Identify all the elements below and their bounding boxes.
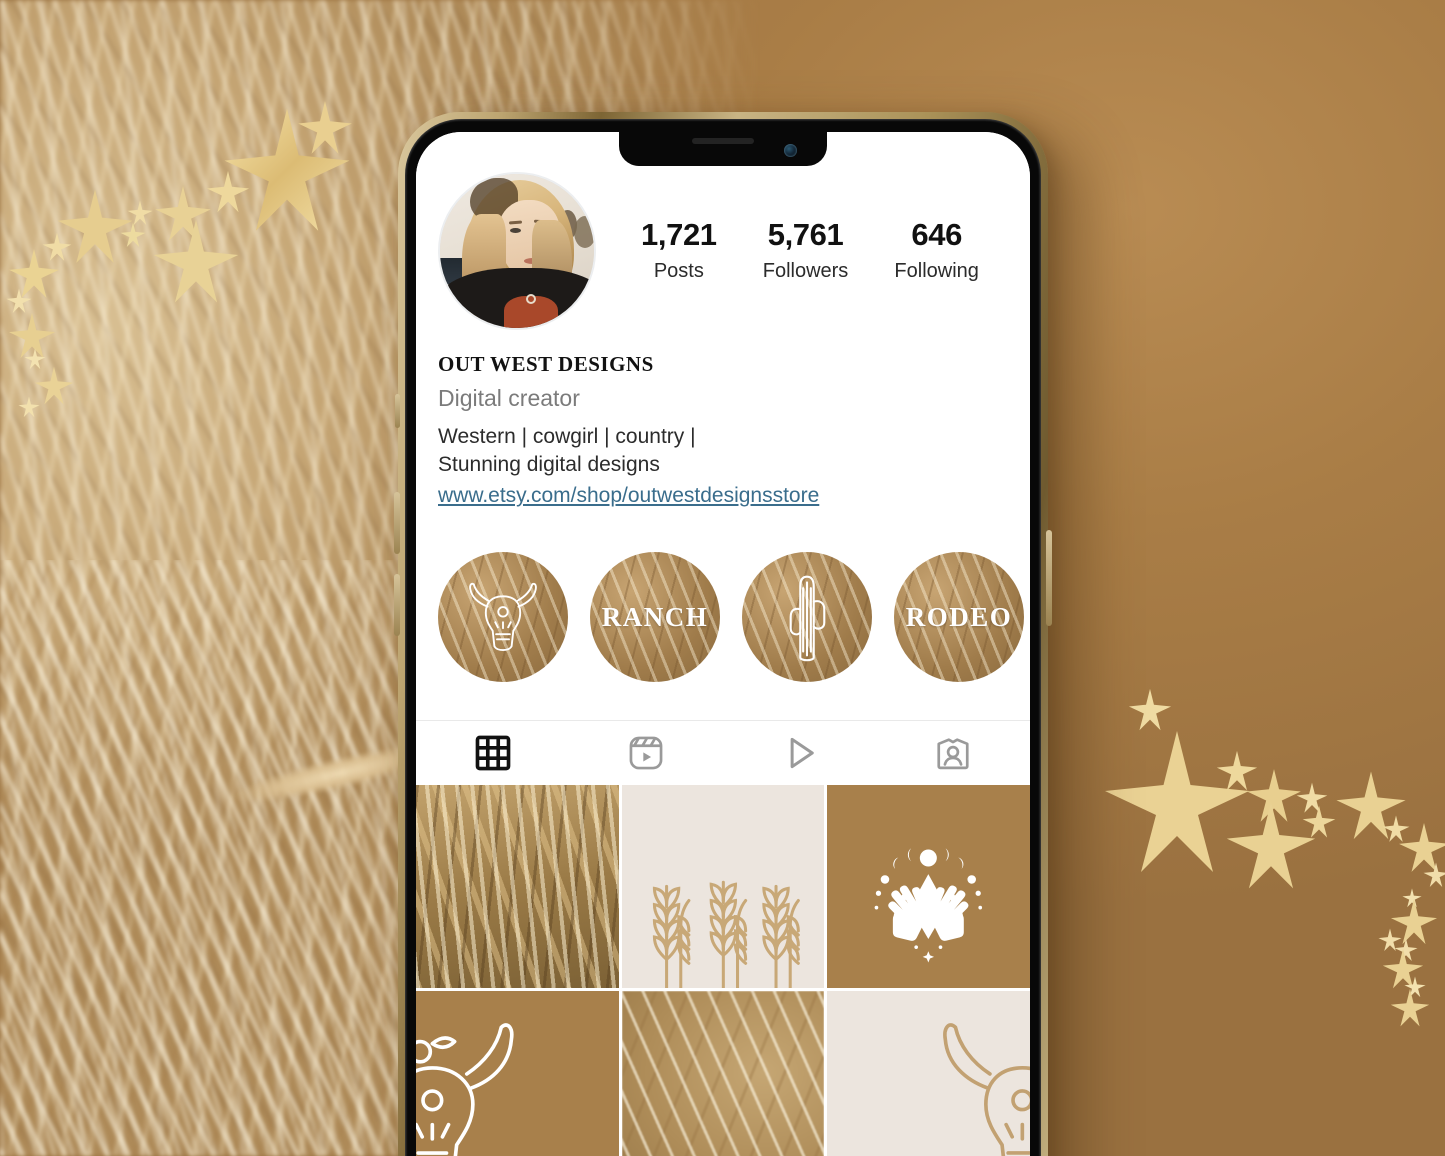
phone-screen: 1,721 Posts 5,761 Followers 646 Followin… (416, 132, 1030, 1156)
tagged-person-icon (937, 738, 969, 770)
tab-reels[interactable] (570, 721, 724, 785)
highlight-rodeo-label: RODEO (905, 601, 1013, 632)
gold-star-icon (1390, 988, 1430, 1028)
instagram-profile-screen: 1,721 Posts 5,761 Followers 646 Followin… (416, 132, 1030, 1156)
highlight-rodeo[interactable]: RODEO (894, 552, 1024, 683)
followers-label: Followers (762, 259, 849, 282)
highlight-ranch[interactable]: RANCH (590, 552, 720, 683)
grid-icon (475, 735, 511, 771)
following-count: 646 (911, 217, 962, 253)
gold-star-icon (1423, 862, 1445, 888)
post-cell[interactable] (827, 990, 1030, 1156)
cactus-icon (789, 575, 826, 662)
post-thumbnail-hands-moon-crystal (827, 785, 1030, 988)
phone-mockup: 1,721 Posts 5,761 Followers 646 Followin… (394, 112, 1052, 1156)
post-cell[interactable] (827, 785, 1030, 988)
post-thumbnail-dry-grass (621, 990, 825, 1156)
highlight-cow-skull[interactable] (438, 552, 568, 683)
gold-star-icon (1225, 800, 1317, 892)
highlight-cactus[interactable] (742, 552, 872, 683)
gold-star-icon (120, 222, 146, 248)
gold-star-icon (152, 218, 240, 306)
gold-star-icon (18, 396, 40, 418)
gold-star-icon (34, 366, 74, 406)
post-cell[interactable] (621, 990, 825, 1156)
volume-down-button[interactable] (394, 574, 400, 636)
post-thumbnail-wheat-field (416, 785, 619, 988)
posts-count: 1,721 (641, 217, 717, 253)
highlight-ranch-label: RANCH (601, 601, 709, 632)
post-grid (416, 785, 1030, 1156)
post-thumbnail-cream-skull (827, 990, 1030, 1156)
profile-category: Digital creator (438, 385, 580, 411)
post-thumbnail-wheat-stalks (621, 785, 825, 988)
avatar[interactable] (438, 172, 596, 330)
profile-website-link[interactable]: www.etsy.com/shop/outwestdesignsstore (438, 484, 1008, 508)
stat-following[interactable]: 646 Following (894, 219, 978, 283)
stat-posts[interactable]: 1,721 Posts (641, 219, 717, 283)
profile-stats: 1,721 Posts 5,761 Followers 646 Followin… (596, 219, 1008, 283)
bio-line-1: Western | cowgirl | country | (438, 425, 696, 448)
hands-moon-crystal-icon (874, 848, 983, 963)
play-icon (790, 738, 814, 769)
floral-cow-skull-icon (416, 1023, 514, 1156)
tab-tagged[interactable] (877, 721, 1031, 785)
phone-bezel: 1,721 Posts 5,761 Followers 646 Followin… (405, 119, 1041, 1156)
stat-followers[interactable]: 5,761 Followers (763, 219, 849, 283)
profile-bio: OUT WEST DESIGNS Digital creator Western… (416, 330, 1030, 508)
followers-count: 5,761 (767, 217, 844, 253)
silent-switch-button[interactable] (395, 394, 400, 428)
post-cell[interactable] (416, 990, 619, 1156)
profile-tab-bar (416, 720, 1030, 785)
posts-label: Posts (653, 259, 704, 282)
gold-star-icon (297, 100, 353, 156)
earpiece-speaker-icon (692, 138, 754, 144)
tab-igtv[interactable] (723, 721, 877, 785)
phone-notch (619, 132, 827, 166)
gold-star-icon (206, 170, 250, 214)
post-cell[interactable] (621, 785, 825, 988)
bio-line-2: Stunning digital designs (438, 453, 660, 477)
volume-up-button[interactable] (394, 492, 400, 554)
wheat-stalks-icon (652, 881, 800, 988)
power-button[interactable] (1046, 530, 1052, 626)
tab-grid[interactable] (416, 721, 570, 785)
cow-skull-icon (469, 583, 537, 652)
reels-icon (629, 736, 663, 770)
profile-display-name: OUT WEST DESIGNS (438, 352, 654, 376)
story-highlights: RANCH RODEO (416, 508, 1030, 683)
cow-skull-outline-icon (942, 1023, 1030, 1156)
front-camera-icon (784, 144, 797, 157)
following-label: Following (894, 259, 979, 282)
post-cell[interactable] (416, 785, 619, 988)
gold-star-icon (1128, 688, 1172, 732)
gold-star-icon (6, 288, 32, 314)
post-thumbnail-floral-skull (416, 990, 619, 1156)
